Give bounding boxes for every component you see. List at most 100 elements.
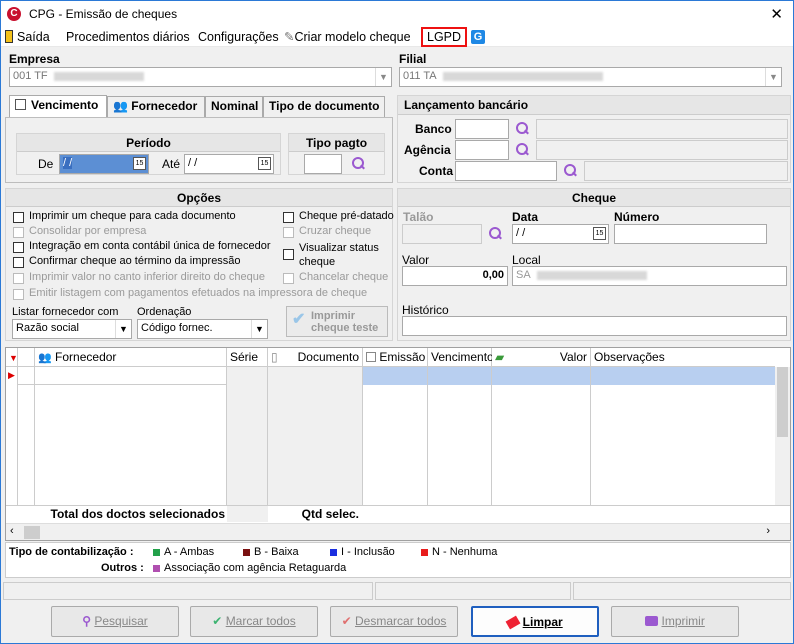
scroll-left-icon[interactable]: ‹ — [10, 525, 14, 537]
desmarcar-todos-button[interactable]: ✔ Desmarcar todos — [330, 606, 458, 637]
menu-bar: Saída Procedimentos diários Configuraçõe… — [1, 27, 793, 47]
search-icon[interactable] — [351, 157, 365, 171]
menu-saida[interactable]: Saída — [5, 29, 50, 45]
cheque-group: Cheque Talão Data / / 15 Número Valor 0,0… — [397, 188, 791, 341]
imprimir-button[interactable]: Imprimir — [611, 606, 739, 637]
horizontal-scroll-thumb[interactable] — [24, 526, 40, 539]
calendar-icon[interactable]: 15 — [133, 157, 146, 170]
historico-input[interactable] — [402, 316, 787, 336]
banco-nome-field — [536, 119, 788, 139]
data-input[interactable]: / / 15 — [512, 224, 609, 244]
cheque-title: Cheque — [398, 189, 790, 207]
legend-swatch-a — [153, 548, 160, 556]
col-vencimento-header[interactable]: Vencimento — [428, 348, 494, 367]
listar-select[interactable]: Razão social ▼ — [12, 319, 132, 339]
close-icon[interactable]: ✕ — [770, 5, 783, 23]
calendar-icon[interactable]: 15 — [593, 227, 606, 240]
tab-vencimento[interactable]: Vencimento — [9, 95, 107, 117]
scroll-right-icon[interactable]: › — [766, 525, 770, 537]
search-icon[interactable] — [515, 143, 529, 157]
col-observacoes-header[interactable]: Observações — [591, 348, 775, 367]
de-date-value: / / — [63, 157, 73, 169]
data-value: / / — [516, 227, 526, 239]
grid-col-divider — [492, 367, 591, 505]
opt-chancelar-checkbox[interactable] — [283, 273, 294, 284]
documents-grid[interactable]: ▼ 👥 Fornecedor Série ▯ Documento Emissão … — [5, 347, 791, 541]
opt-visualizar-checkbox[interactable] — [283, 249, 294, 260]
menu-criar-modelo[interactable]: ✎Criar modelo cheque — [284, 29, 411, 45]
col-emissao-header[interactable]: Emissão — [363, 348, 428, 367]
valor-input[interactable]: 0,00 — [402, 266, 508, 286]
marcar-todos-button[interactable]: ✔ Marcar todos — [190, 606, 318, 637]
vertical-scrollbar[interactable] — [775, 367, 790, 505]
pesquisar-button[interactable]: ⚲ Pesquisar — [51, 606, 179, 637]
lgpd-g-icon[interactable]: G — [471, 28, 485, 44]
eraser-icon — [505, 615, 521, 630]
empresa-label: Empresa — [9, 52, 60, 66]
banco-input[interactable] — [455, 119, 509, 139]
opt-consolidar-checkbox[interactable] — [13, 227, 24, 238]
empresa-select[interactable]: 001 TF ▼ — [9, 67, 392, 87]
tipo-pagto-input[interactable] — [304, 154, 342, 174]
col-valor-label: Valor — [559, 350, 587, 364]
menu-saida-label: Saída — [17, 30, 50, 44]
grid-col-divider — [35, 367, 227, 505]
col-emissao-label: Emissão — [379, 350, 426, 364]
status-panel-1 — [3, 582, 373, 600]
check-icon: ✔ — [292, 311, 306, 328]
chevron-down-icon: ▼ — [251, 320, 267, 338]
opt-integracao-checkbox[interactable] — [13, 242, 24, 253]
col-serie-header[interactable]: Série — [227, 348, 268, 367]
opt-pre-datado-label: Cheque pré-datado — [299, 210, 394, 222]
legend-item-b: B - Baixa — [243, 546, 299, 558]
vertical-scroll-thumb[interactable] — [777, 367, 788, 437]
de-date-input[interactable]: / / 15 — [59, 154, 149, 174]
opt-valor-canto-checkbox[interactable] — [13, 273, 24, 284]
legend-outros-label: Outros : — [101, 562, 144, 574]
search-icon[interactable] — [515, 122, 529, 136]
ordenacao-select[interactable]: Código fornec. ▼ — [137, 319, 268, 339]
col-valor-header[interactable]: ▰ Valor — [492, 348, 591, 367]
legend-panel: Tipo de contabilização : A - Ambas B - B… — [5, 542, 791, 578]
opt-pre-datado-checkbox[interactable] — [283, 212, 294, 223]
col-fornecedor-header[interactable]: 👥 Fornecedor — [35, 348, 227, 367]
imprimir-teste-button[interactable]: ✔ Imprimir cheque teste — [286, 306, 388, 337]
opt-integracao-label: Integração em conta contábil única de fo… — [29, 240, 271, 252]
window-title: CPG - Emissão de cheques — [29, 7, 178, 21]
legend-item-i-label: I - Inclusão — [341, 546, 395, 558]
local-input[interactable]: SA — [512, 266, 787, 286]
legend-item-a-label: A - Ambas — [164, 546, 215, 558]
tab-fornecedor[interactable]: 👥 Fornecedor — [107, 96, 205, 117]
menu-configuracoes[interactable]: Configurações — [198, 29, 279, 45]
conta-input[interactable] — [455, 161, 557, 181]
menu-lgpd[interactable]: LGPD — [421, 27, 468, 47]
chevron-down-icon: ▼ — [375, 68, 391, 86]
historico-label: Histórico — [402, 303, 449, 317]
search-icon[interactable] — [488, 227, 502, 241]
opt-confirmar-checkbox[interactable] — [13, 257, 24, 268]
search-icon[interactable] — [563, 164, 577, 178]
limpar-button[interactable]: Limpar — [471, 606, 599, 637]
numero-input[interactable] — [614, 224, 767, 244]
opt-cruzar-checkbox[interactable] — [283, 227, 294, 238]
local-label: Local — [512, 253, 541, 267]
col-documento-header[interactable]: ▯ Documento — [268, 348, 363, 367]
row-indicator-header: ▼ — [6, 348, 18, 367]
limpar-label: Limpar — [522, 615, 563, 629]
calendar-icon[interactable]: 15 — [258, 157, 271, 170]
opt-emitir-listagem-checkbox[interactable] — [13, 289, 24, 300]
opt-imprimir-cada-checkbox[interactable] — [13, 212, 24, 223]
tab-tipo-documento[interactable]: Tipo de documento — [263, 96, 385, 117]
opt-visualizar-label: Visualizar status — [299, 242, 379, 254]
opt-imprimir-cada-label: Imprimir um cheque para cada documento — [29, 210, 236, 222]
legend-item-n: N - Nenhuma — [421, 546, 497, 558]
horizontal-scrollbar[interactable]: ‹ › — [6, 523, 790, 540]
ate-date-input[interactable]: / / 15 — [184, 154, 274, 174]
filial-redacted — [442, 71, 603, 81]
footer-qtd-label: Qtd selec. — [301, 507, 359, 521]
marcar-todos-label: Marcar todos — [225, 614, 296, 628]
filial-select[interactable]: 011 TA ▼ — [399, 67, 782, 87]
menu-procedimentos[interactable]: Procedimentos diários — [66, 29, 190, 45]
agencia-input[interactable] — [455, 140, 509, 160]
tab-nominal[interactable]: Nominal — [205, 96, 263, 117]
